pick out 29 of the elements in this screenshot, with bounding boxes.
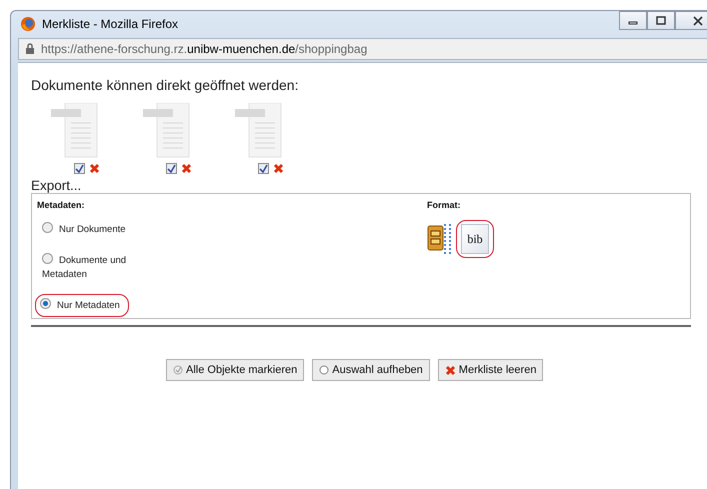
radio-icon xyxy=(319,365,330,375)
maximize-icon xyxy=(656,16,666,26)
maximize-button[interactable] xyxy=(647,11,675,30)
bib-file-icon[interactable]: bib xyxy=(456,220,494,258)
format-label: Format: xyxy=(427,200,462,210)
select-all-button[interactable]: Alle Objekte markieren xyxy=(166,359,304,381)
lock-icon xyxy=(25,43,35,55)
checkbox[interactable] xyxy=(258,163,269,174)
firefox-icon xyxy=(20,16,36,32)
address-bar[interactable]: https://athene-forschung.rz.unibw-muenchen.de/shoppingbag xyxy=(18,38,707,60)
url-text: https://athene-forschung.rz.unibw-muenchen.de/shoppingbag xyxy=(41,42,368,56)
radio-option[interactable]: Nur Dokumente xyxy=(37,218,147,241)
window-title: Merkliste - Mozilla Firefox xyxy=(42,17,178,31)
delete-icon xyxy=(444,364,456,376)
checkbox[interactable] xyxy=(74,163,85,174)
heading-text: Dokumente können direkt geöffnet werden: xyxy=(31,77,300,93)
delete-icon[interactable] xyxy=(89,163,100,174)
close-icon xyxy=(692,16,704,26)
radio-option[interactable]: Nur Metadaten xyxy=(35,294,129,317)
clear-button[interactable]: Merkliste leeren xyxy=(438,359,544,381)
minimize-button[interactable] xyxy=(619,11,647,30)
check-icon xyxy=(173,365,183,375)
radio-option[interactable]: Dokumente und Metadaten xyxy=(37,249,147,286)
deselect-button[interactable]: Auswahl aufheben xyxy=(312,359,430,381)
export-title: Export... xyxy=(31,178,82,193)
delete-icon[interactable] xyxy=(273,163,284,174)
checkbox[interactable] xyxy=(166,163,177,174)
delete-icon[interactable] xyxy=(181,163,192,174)
metadata-label: Metadaten: xyxy=(37,200,86,210)
